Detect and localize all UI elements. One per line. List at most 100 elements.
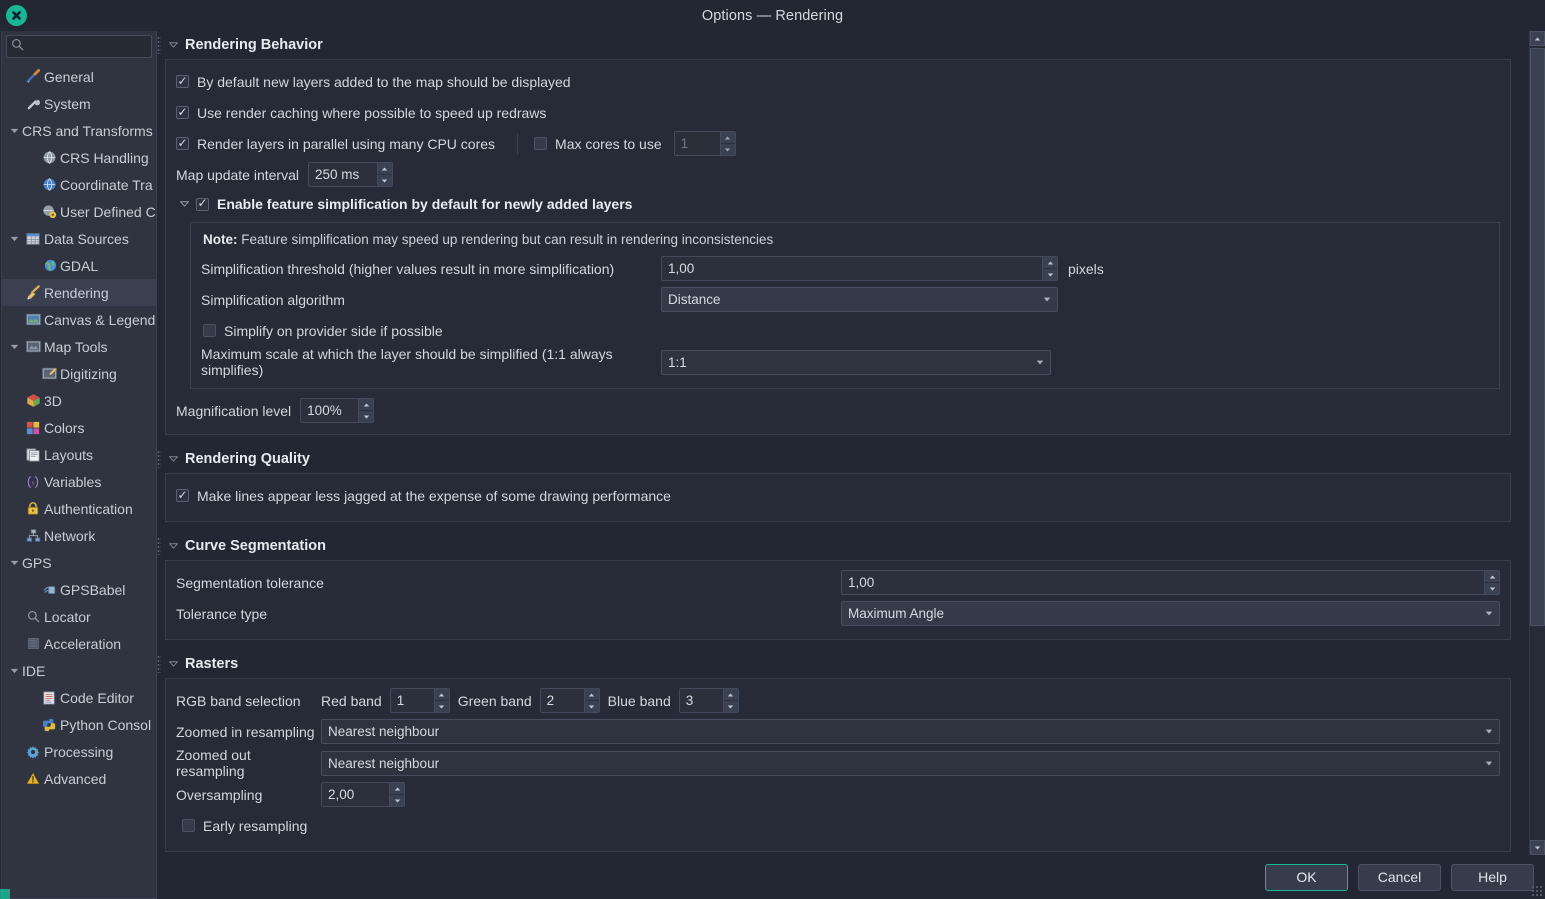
scrollbar-track[interactable] [1530,46,1545,840]
search-box[interactable] [6,35,183,58]
spinner-down-icon[interactable] [723,701,738,712]
spinner-buttons[interactable] [583,689,599,712]
sidebar-item-digitizing[interactable]: Digitizing [2,360,156,387]
sidebar-item-variables[interactable]: x Variables [2,468,156,495]
spinner-buttons[interactable] [376,163,392,186]
chevron-down-icon[interactable] [176,201,192,207]
spinner-down-icon[interactable] [434,701,449,712]
sidebar-item-python-consol[interactable]: Python Consol [2,711,156,738]
label-render-caching[interactable]: Use render caching where possible to spe… [197,105,546,121]
chevron-down-icon[interactable] [165,456,181,462]
label-max-cores[interactable]: Max cores to use [555,136,662,152]
spinner-buttons[interactable] [358,399,374,422]
sidebar-item-3d[interactable]: 3D [2,387,156,414]
spinner-up-icon[interactable] [1043,257,1057,269]
section-header-rendering-behavior[interactable]: Rendering Behavior [157,31,1529,59]
vertical-scrollbar[interactable] [1529,31,1545,855]
checkbox-max-cores[interactable] [534,137,548,150]
checkbox-parallel-render[interactable] [176,137,189,150]
spinner-buttons[interactable] [719,132,735,155]
sidebar-item-system[interactable]: System [2,90,156,117]
sidebar-item-rendering[interactable]: Rendering [2,279,156,306]
checkbox-enable-simplification[interactable] [196,197,209,211]
dropdown-zoomed-out-resampling[interactable]: Nearest neighbour [321,750,1500,776]
scroll-down-button[interactable] [1530,840,1545,855]
label-early-resampling[interactable]: Early resampling [203,818,307,834]
chevron-down-icon[interactable] [165,661,181,667]
chevron-down-icon[interactable] [1037,297,1057,302]
sidebar-item-network[interactable]: Network [2,522,156,549]
spinner-down-icon[interactable] [584,701,599,712]
sidebar-item-crs-handling[interactable]: CRS Handling [2,144,156,171]
spinner-down-icon[interactable] [1043,269,1057,280]
spinner-max-cores[interactable]: 1 [673,131,736,156]
sidebar-item-general[interactable]: General [2,63,156,90]
section-header-rasters[interactable]: Rasters [157,650,1529,678]
dropdown-tolerance-type[interactable]: Maximum Angle [841,601,1500,626]
sidebar-item-map-tools[interactable]: Map Tools [2,333,156,360]
checkbox-simplify-provider-side[interactable] [203,324,216,337]
dropdown-simplification-algorithm[interactable]: Distance [661,287,1058,312]
sidebar-item-authentication[interactable]: Authentication [2,495,156,522]
label-parallel-render[interactable]: Render layers in parallel using many CPU… [197,136,495,152]
chevron-down-icon[interactable] [1479,729,1499,734]
section-header-rendering-quality[interactable]: Rendering Quality [157,445,1529,473]
spinner-down-icon[interactable] [377,175,392,186]
checkbox-antialias[interactable] [176,489,189,502]
sidebar-item-processing[interactable]: Processing [2,738,156,765]
chevron-down-icon[interactable] [6,668,22,674]
dropdown-zoomed-in-resampling[interactable]: Nearest neighbour [321,719,1500,744]
help-button[interactable]: Help [1451,863,1534,891]
sidebar-item-data-sources[interactable]: Data Sources [2,225,156,252]
sidebar-item-crs-and-transforms[interactable]: CRS and Transforms [2,117,156,144]
spinner-oversampling[interactable]: 2,00 [321,782,405,807]
spinner-up-icon[interactable] [434,689,449,701]
spinner-buttons[interactable] [1484,571,1499,594]
spinner-buttons[interactable] [433,689,449,712]
spinner-buttons[interactable] [1042,257,1057,280]
spinner-up-icon[interactable] [390,783,404,795]
ok-button[interactable]: OK [1265,863,1348,891]
spinner-up-icon[interactable] [584,689,599,701]
scroll-up-button[interactable] [1530,31,1545,46]
spinner-magnification-level[interactable]: 100% [300,398,375,423]
sidebar-item-gpsbabel[interactable]: GPSBabel [2,576,156,603]
spinner-green-band[interactable]: 2 [539,688,600,713]
scrollbar-thumb[interactable] [1530,48,1545,626]
dropdown-max-scale[interactable]: 1:1 [661,349,1051,375]
spinner-down-icon[interactable] [359,411,374,422]
spinner-simplification-threshold[interactable]: 1,00 [661,256,1058,281]
chevron-down-icon[interactable] [6,560,22,566]
spinner-up-icon[interactable] [359,399,374,411]
spinner-segmentation-tolerance[interactable]: 1,00 [841,570,1500,595]
spinner-up-icon[interactable] [1485,571,1499,583]
close-icon[interactable] [6,5,27,26]
sidebar-item-user-defined-c[interactable]: User Defined C [2,198,156,225]
sidebar-item-acceleration[interactable]: Acceleration [2,630,156,657]
spinner-down-icon[interactable] [1485,583,1499,594]
spinner-down-icon[interactable] [390,795,404,806]
checkbox-render-caching[interactable] [176,106,189,119]
spinner-buttons[interactable] [722,689,738,712]
sidebar-item-colors[interactable]: Colors [2,414,156,441]
spinner-up-icon[interactable] [377,163,392,175]
resize-grip-icon[interactable] [1531,885,1543,897]
spinner-down-icon[interactable] [720,144,735,155]
chevron-down-icon[interactable] [6,344,22,350]
label-simplify-provider-side[interactable]: Simplify on provider side if possible [224,323,443,339]
chevron-down-icon[interactable] [1030,360,1050,365]
spinner-up-icon[interactable] [723,689,738,701]
sidebar-item-advanced[interactable]: Advanced [2,765,156,792]
sidebar-item-gdal[interactable]: GDAL [2,252,156,279]
sidebar-item-canvas-legend[interactable]: Canvas & Legend [2,306,156,333]
label-default-display[interactable]: By default new layers added to the map s… [197,74,571,90]
label-enable-simplification[interactable]: Enable feature simplification by default… [217,196,632,212]
chevron-down-icon[interactable] [1479,761,1499,766]
chevron-down-icon[interactable] [1479,611,1499,616]
chevron-down-icon[interactable] [6,236,22,242]
spinner-map-update-interval[interactable]: 250 ms [307,162,393,187]
sidebar-item-gps[interactable]: GPS [2,549,156,576]
checkbox-early-resampling[interactable] [182,819,195,832]
sidebar-item-coordinate-tra[interactable]: Coordinate Tra [2,171,156,198]
sidebar-item-code-editor[interactable]: Code Editor [2,684,156,711]
